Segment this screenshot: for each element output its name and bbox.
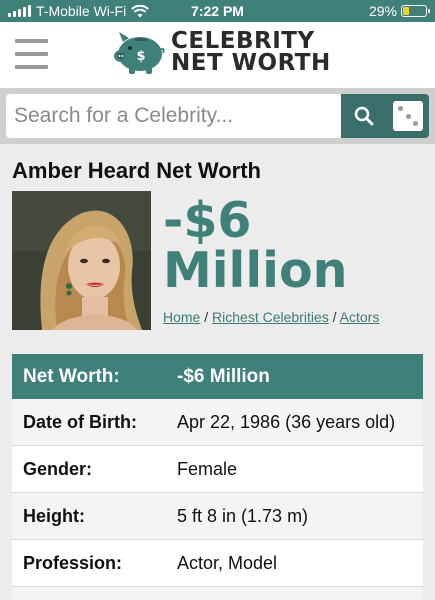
hamburger-menu-icon[interactable] [15, 39, 48, 69]
logo-text: CELEBRITY NET WORTH [171, 28, 331, 76]
row-value: Apr 22, 1986 (36 years old) [177, 411, 396, 432]
celebrity-name: Amber Heard [12, 158, 151, 183]
row-label: Net Worth: [23, 365, 120, 387]
dice-icon [393, 101, 423, 131]
row-label: Gender: [23, 458, 93, 479]
breadcrumb-actors-link[interactable]: Actors [340, 309, 380, 325]
row-value: Actor, Model [177, 552, 278, 573]
table-row-date-of-birth: Date of Birth: Apr 22, 1986 (36 years ol… [12, 399, 423, 446]
svg-text:$: $ [136, 49, 145, 64]
row-value: 5 ft 8 in (1.73 m) [177, 505, 309, 526]
logo-line-1: CELEBRITY [171, 28, 315, 54]
search-bar [0, 88, 435, 144]
net-worth-unit: Million [163, 242, 348, 299]
net-worth-headline: -$6 Million [163, 196, 348, 296]
row-label: Profession: [23, 552, 123, 573]
row-label: Height: [23, 505, 85, 526]
breadcrumb-separator: / [200, 309, 213, 325]
table-row-partial [12, 587, 423, 600]
title-suffix: Net Worth [150, 158, 261, 183]
status-bar: T-Mobile Wi-Fi 7:22 PM 29% [0, 0, 435, 22]
row-label: Date of Birth: [23, 411, 137, 432]
breadcrumb-home-link[interactable]: Home [163, 309, 200, 325]
battery-fill [403, 7, 410, 15]
breadcrumb-separator: / [328, 309, 340, 325]
search-input[interactable] [6, 94, 341, 138]
page-title: Amber Heard Net Worth [12, 158, 261, 184]
status-right: 29% [368, 3, 430, 19]
search-button[interactable] [341, 94, 387, 138]
facts-table: Net Worth: -$6 Million Date of Birth: Ap… [12, 354, 423, 600]
site-header: $ CELEBRITY NET WORTH [0, 22, 435, 88]
site-logo[interactable]: $ CELEBRITY NET WORTH [113, 28, 331, 76]
table-row-gender: Gender: Female [12, 446, 423, 493]
celebrity-photo [12, 191, 151, 330]
search-icon [354, 106, 374, 126]
table-row-height: Height: 5 ft 8 in (1.73 m) [12, 493, 423, 540]
battery-icon [401, 5, 430, 17]
battery-percent: 29% [368, 3, 397, 19]
row-value: Female [177, 458, 238, 479]
table-row-net-worth: Net Worth: -$6 Million [12, 354, 423, 399]
breadcrumb: Home / Richest Celebrities / Actors [163, 309, 379, 325]
logo-line-2: NET WORTH [171, 50, 331, 76]
facts-section: Net Worth: -$6 Million Date of Birth: Ap… [0, 342, 435, 600]
random-celebrity-button[interactable] [387, 94, 429, 138]
table-row-profession: Profession: Actor, Model [12, 540, 423, 587]
row-value: -$6 Million [177, 365, 270, 387]
piggy-bank-icon: $ [114, 32, 165, 74]
net-worth-amount: -$6 [163, 192, 252, 249]
breadcrumb-richest-link[interactable]: Richest Celebrities [212, 309, 329, 325]
